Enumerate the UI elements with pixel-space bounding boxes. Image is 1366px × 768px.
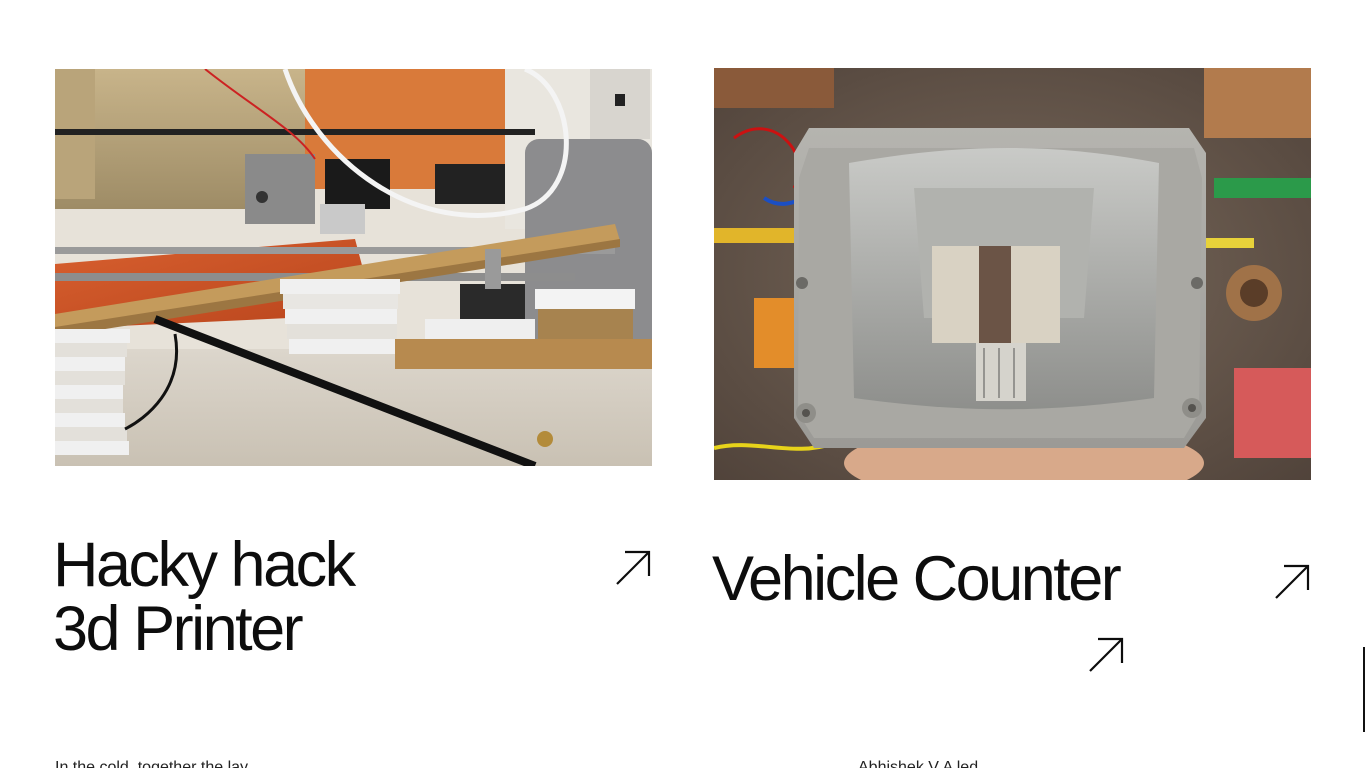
project-image-vehicle-counter[interactable] bbox=[714, 68, 1311, 480]
arrow-up-right-icon[interactable] bbox=[613, 548, 653, 588]
project-title-line-1: Hacky hack bbox=[53, 530, 356, 600]
project-title-3d-printer[interactable]: Hacky hack 3d Printer bbox=[53, 530, 356, 664]
project-description-vehicle-counter: Abhishek V A led bbox=[858, 759, 979, 768]
project-description-3d-printer: In the cold, together the lay bbox=[55, 759, 249, 768]
arrow-up-right-icon[interactable] bbox=[1272, 562, 1312, 602]
arrow-up-right-icon[interactable] bbox=[1086, 635, 1126, 675]
project-title-line-1: Vehicle Counter bbox=[712, 544, 1122, 614]
project-title-vehicle-counter[interactable]: Vehicle Counter bbox=[712, 544, 1122, 614]
scroll-indicator[interactable] bbox=[1363, 647, 1365, 732]
printer-photo bbox=[55, 69, 652, 466]
vehicle-counter-photo bbox=[714, 68, 1311, 480]
project-image-3d-printer[interactable] bbox=[55, 69, 652, 466]
projects-grid: Hacky hack 3d Printer Vehicle Counter In… bbox=[0, 0, 1366, 768]
project-title-line-2: 3d Printer bbox=[53, 594, 304, 664]
